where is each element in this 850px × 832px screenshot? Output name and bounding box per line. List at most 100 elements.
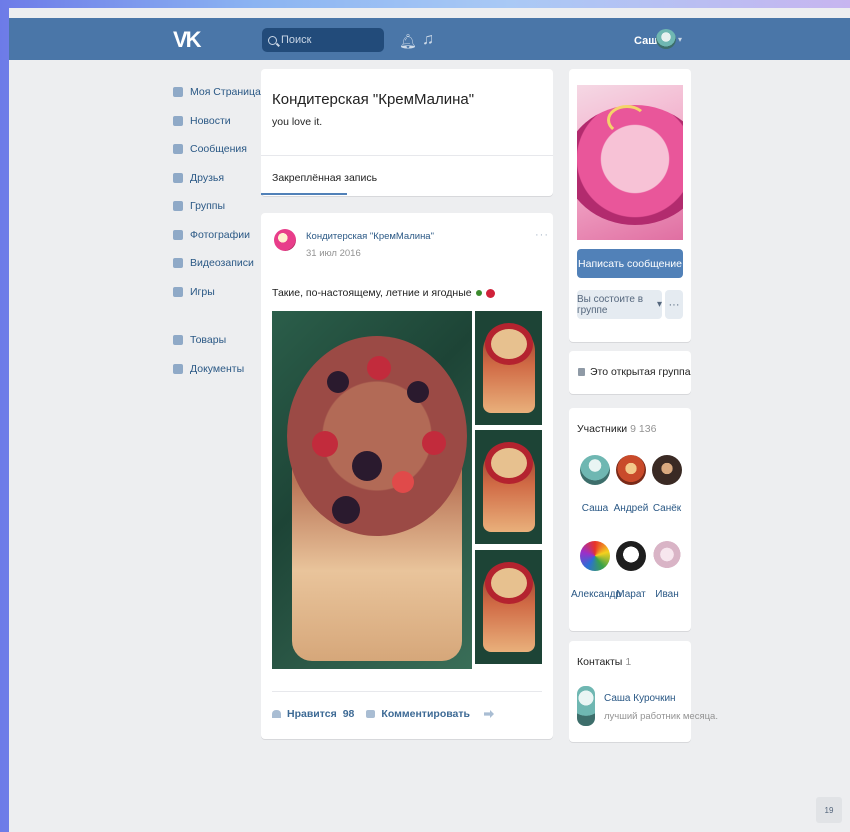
avatar — [652, 455, 682, 485]
comment-icon[interactable] — [366, 710, 376, 718]
sidebar-item-news[interactable]: Новости — [173, 107, 263, 136]
sidebar-item-label: Видеозаписи — [190, 257, 254, 270]
post-text: Такие, по-настоящему, летние и ягодные — [272, 287, 495, 299]
strawberry-emoji-icon — [485, 288, 495, 298]
contacts-title: Контакты — [577, 656, 623, 668]
member-item[interactable]: Иван — [649, 541, 685, 600]
contact-name[interactable]: Саша Курочкин — [604, 693, 676, 704]
members-title: Участники — [577, 423, 628, 435]
friends-icon — [173, 172, 183, 183]
sidebar-item-label: Сообщения — [190, 143, 247, 156]
heart-icon[interactable] — [272, 710, 281, 718]
sidebar-item-label: Фотографии — [190, 228, 251, 241]
documents-icon — [173, 363, 183, 374]
sidebar-item-games[interactable]: Игры — [173, 278, 263, 307]
comment-button[interactable]: Комментировать — [381, 708, 470, 720]
music-icon[interactable]: ♫ — [422, 31, 434, 49]
photos-icon — [173, 229, 183, 240]
sidebar-item-label: Товары — [190, 334, 227, 347]
group-status: you love it. — [272, 116, 323, 128]
members-header[interactable]: Участники 9 136 — [577, 423, 656, 435]
group-title: Кондитерская "КремМалина" — [272, 91, 475, 108]
open-group-label: Это открытая группа — [590, 366, 691, 378]
group-cover-photo[interactable] — [577, 85, 683, 240]
berry — [392, 471, 414, 493]
berry-ring — [485, 442, 533, 484]
contacts-header[interactable]: Контакты 1 — [577, 656, 631, 668]
membership-dropdown[interactable]: Вы состоите в группе ▾ — [577, 290, 662, 319]
sidebar-item-my-page[interactable]: Моя Страница — [173, 78, 263, 107]
more-icon[interactable]: ··· — [535, 229, 549, 241]
open-group-card: Это открытая группа — [569, 351, 691, 394]
post-photo-main[interactable] — [272, 311, 472, 669]
home-icon — [173, 87, 183, 98]
vk-page: VK Поиск 🔔︎ ♫ Саша ▾ Моя Страница Новост… — [9, 8, 850, 832]
vk-logo[interactable]: VK — [173, 27, 202, 53]
avatar — [580, 541, 610, 571]
avatar — [616, 541, 646, 571]
sidebar-item-documents[interactable]: Документы — [173, 355, 263, 384]
share-icon[interactable] — [484, 710, 494, 718]
groups-icon — [173, 201, 183, 212]
post-photo-side-2[interactable] — [475, 430, 542, 544]
post-photo-side-3[interactable] — [475, 550, 542, 664]
like-button[interactable]: Нравится — [287, 708, 337, 720]
games-icon — [173, 286, 183, 297]
berry — [352, 451, 382, 481]
chat-count: 19 — [824, 805, 834, 815]
avatar — [580, 455, 610, 485]
videos-icon — [173, 258, 183, 269]
group-cover-card: Написать сообщение Вы состоите в группе … — [569, 69, 691, 342]
berry — [407, 381, 429, 403]
contact-role: лучший работник месяца. — [604, 711, 718, 722]
member-name: Санёк — [652, 503, 682, 514]
send-message-button[interactable]: Написать сообщение — [577, 249, 683, 278]
member-item[interactable]: Санёк — [649, 455, 685, 514]
sidebar-item-photos[interactable]: Фотографии — [173, 221, 263, 250]
post-photo-side-1[interactable] — [475, 311, 542, 425]
chat-badge[interactable]: 19 — [816, 797, 842, 823]
sidebar-item-messages[interactable]: Сообщения — [173, 135, 263, 164]
avatar[interactable] — [577, 686, 595, 726]
chevron-down-icon[interactable]: ▾ — [678, 35, 682, 44]
sidebar-item-videos[interactable]: Видеозаписи — [173, 249, 263, 278]
sidebar-item-label: Новости — [190, 114, 231, 127]
sidebar-item-goods[interactable]: Товары — [173, 326, 263, 355]
avatar — [652, 541, 682, 571]
berry-ring — [485, 562, 533, 604]
berry — [312, 431, 338, 457]
user-avatar[interactable] — [656, 29, 676, 49]
search-input[interactable]: Поиск — [262, 28, 384, 52]
bell-icon[interactable]: 🔔︎ — [399, 33, 417, 50]
news-icon — [173, 115, 183, 126]
contacts-count: 1 — [625, 656, 632, 668]
members-card: Участники 9 136 Саша Андрей Санёк Алексан… — [569, 408, 691, 631]
group-header-card: Кондитерская "КремМалина" you love it. З… — [261, 69, 553, 196]
berry — [332, 496, 360, 524]
sidebar-item-label: Документы — [190, 362, 245, 375]
berry — [422, 431, 446, 455]
post-date[interactable]: 31 июл 2016 — [306, 248, 361, 259]
search-placeholder: Поиск — [281, 34, 312, 46]
divider — [272, 691, 542, 692]
membership-label: Вы состоите в группе — [577, 293, 644, 316]
sidebar-item-label: Моя Страница — [190, 86, 261, 99]
like-count[interactable]: 98 — [343, 708, 355, 720]
berry — [327, 371, 349, 393]
sidebar-item-groups[interactable]: Группы — [173, 192, 263, 221]
post-text-content: Такие, по-настоящему, летние и ягодные — [272, 287, 472, 299]
goods-icon — [173, 335, 183, 346]
tab-pinned-post[interactable]: Закреплённая запись — [272, 172, 377, 184]
top-bar: VK Поиск 🔔︎ ♫ Саша ▾ — [9, 18, 850, 60]
sidebar-item-label: Группы — [190, 200, 225, 213]
more-actions-button[interactable]: ··· — [665, 290, 683, 319]
post-card: Кондитерская "КремМалина" 31 июл 2016 ··… — [261, 213, 553, 739]
search-icon — [268, 35, 277, 45]
post-actions: Нравится 98 Комментировать — [272, 708, 494, 720]
post-author-avatar[interactable] — [274, 229, 296, 251]
sidebar-item-label: Друзья — [190, 171, 225, 184]
post-author[interactable]: Кондитерская "КремМалина" — [306, 231, 434, 242]
sidebar-item-friends[interactable]: Друзья — [173, 164, 263, 193]
leaf-emoji-icon — [475, 290, 482, 296]
